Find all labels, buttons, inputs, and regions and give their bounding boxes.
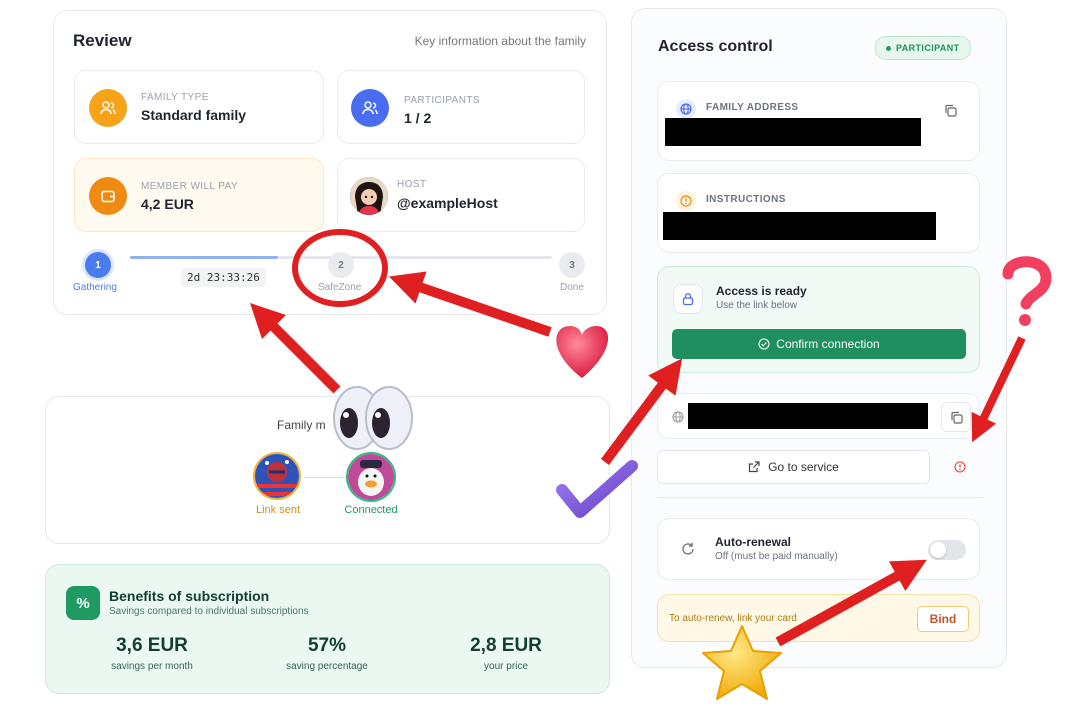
link-card-text: To auto-renew, link your card <box>669 613 797 624</box>
instructions-label: INSTRUCTIONS <box>706 194 786 205</box>
step-1-label: Gathering <box>73 282 117 293</box>
copy-link-button[interactable] <box>941 402 971 432</box>
toggle-knob <box>930 542 946 558</box>
instructions-tile: INSTRUCTIONS <box>657 173 980 253</box>
member-avatar-1[interactable] <box>253 452 301 500</box>
access-control-card: Access control PARTICIPANT FAMILY ADDRES… <box>631 8 1007 668</box>
stat-savings-value: 3,6 EUR <box>116 635 188 656</box>
family-type-value: Standard family <box>141 107 247 123</box>
member-pay-value: 4,2 EUR <box>141 196 194 212</box>
access-ready-subtitle: Use the link below <box>716 300 798 311</box>
family-address-label: FAMILY ADDRESS <box>706 102 799 113</box>
step-2-dot: 2 <box>328 252 354 278</box>
warning-icon[interactable] <box>954 461 966 473</box>
member-connector <box>304 477 352 478</box>
member-status-1: Link sent <box>255 504 301 516</box>
benefits-card: % Benefits of subscription Savings compa… <box>45 564 610 694</box>
stat-price-label: your price <box>484 661 528 672</box>
step-3-dot: 3 <box>559 252 585 278</box>
members-title: Family m <box>277 418 326 432</box>
link-globe-icon <box>672 411 684 423</box>
bind-label: Bind <box>929 612 957 626</box>
badge-label: PARTICIPANT <box>896 43 960 53</box>
benefits-title: Benefits of subscription <box>109 588 270 604</box>
participants-icon <box>351 89 389 127</box>
participants-value: 1 / 2 <box>404 110 432 126</box>
host-avatar <box>350 177 388 215</box>
arrow-to-timer <box>249 302 341 394</box>
family-address-redacted <box>665 118 921 146</box>
lock-icon <box>673 284 703 314</box>
service-link-redacted <box>688 403 928 429</box>
copy-address-icon[interactable] <box>944 104 957 117</box>
access-title: Access control <box>658 38 773 55</box>
instructions-redacted <box>663 212 936 240</box>
step-2-label: SafeZone <box>318 282 362 293</box>
step-1-dot: 1 <box>85 252 111 278</box>
wallet-icon <box>89 177 127 215</box>
member-avatar-2[interactable] <box>346 452 396 502</box>
stat-price-value: 2,8 EUR <box>470 635 542 656</box>
family-type-label: FAMILY TYPE <box>141 92 209 103</box>
review-title: Review <box>73 31 132 50</box>
bind-button[interactable]: Bind <box>917 606 969 632</box>
go-to-service-label: Go to service <box>768 460 839 474</box>
step-3-label: Done <box>560 282 584 293</box>
member-pay-label: MEMBER WILL PAY <box>141 181 238 192</box>
auto-renewal-tile: Auto-renewal Off (must be paid manually) <box>657 518 980 580</box>
countdown-timer: 2d 23:33:26 <box>181 268 266 287</box>
section-divider <box>657 497 983 498</box>
member-status-2: Connected <box>344 504 398 516</box>
host-tile: HOST @exampleHost <box>337 158 585 232</box>
info-icon <box>676 191 696 211</box>
external-link-icon <box>749 461 760 473</box>
member-pay-tile: MEMBER WILL PAY 4,2 EUR <box>74 158 324 232</box>
family-members-card: Family m Link sent Connected <box>45 396 610 544</box>
check-circle-icon <box>758 338 770 350</box>
refresh-icon <box>680 541 696 557</box>
benefits-subtitle: Savings compared to individual subscript… <box>109 606 309 617</box>
heart-emoji <box>556 326 609 378</box>
participants-tile: PARTICIPANTS 1 / 2 <box>337 70 585 144</box>
go-to-service-button[interactable]: Go to service <box>657 450 930 484</box>
stat-percent-value: 57% <box>307 635 347 656</box>
auto-renewal-subtitle: Off (must be paid manually) <box>715 551 838 562</box>
confirm-connection-label: Confirm connection <box>776 337 880 351</box>
auto-renewal-title: Auto-renewal <box>715 535 792 549</box>
question-mark-emoji <box>1002 256 1052 326</box>
review-card: Review Key information about the family … <box>53 10 607 315</box>
family-type-tile: FAMILY TYPE Standard family <box>74 70 324 144</box>
access-ready-title: Access is ready <box>716 284 807 298</box>
review-subtitle: Key information about the family <box>414 34 586 48</box>
family-address-tile: FAMILY ADDRESS <box>657 81 980 161</box>
host-value: @exampleHost <box>397 195 498 211</box>
users-icon <box>89 89 127 127</box>
participant-badge: PARTICIPANT <box>875 36 971 60</box>
progress-fill <box>130 256 278 259</box>
auto-renewal-toggle[interactable] <box>928 540 966 560</box>
badge-dot <box>886 45 891 51</box>
confirm-connection-button[interactable]: Confirm connection <box>672 329 966 359</box>
access-ready-tile: Access is ready Use the link below Confi… <box>657 266 980 373</box>
percent-icon: % <box>66 586 100 620</box>
participants-label: PARTICIPANTS <box>404 95 480 106</box>
host-label: HOST <box>397 179 427 190</box>
service-link-field[interactable] <box>657 393 980 439</box>
stat-percent-label: saving percentage <box>286 661 368 672</box>
globe-icon <box>676 99 696 119</box>
link-card-banner: To auto-renew, link your card Bind <box>657 594 980 642</box>
stat-savings-label: savings per month <box>111 661 193 672</box>
copy-link-icon <box>950 411 963 424</box>
